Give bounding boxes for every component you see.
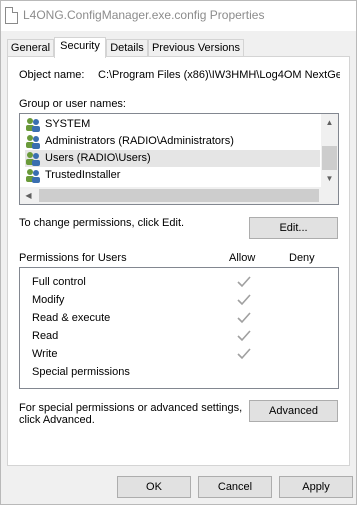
permissions-header: Permissions for Users Allow Deny — [19, 252, 339, 268]
allow-check-icon — [237, 330, 251, 342]
advanced-button[interactable]: Advanced — [249, 400, 338, 422]
window-title: L4ONG.ConfigManager.exe.config Propertie… — [23, 8, 265, 22]
scrollbar-corner — [321, 187, 338, 204]
scroll-down-icon[interactable]: ▼ — [321, 170, 338, 187]
permissions-list: Full control Modify Read & execute Read … — [19, 267, 339, 389]
title-bar[interactable]: L4ONG.ConfigManager.exe.config Propertie… — [1, 1, 356, 31]
advanced-text-line1: For special permissions or advanced sett… — [19, 402, 243, 414]
users-icon — [26, 152, 40, 166]
users-icon — [26, 118, 40, 132]
deny-column-header: Deny — [289, 252, 315, 264]
object-name-value: C:\Program Files (x86)\IW3HMH\Log4OM Nex… — [98, 69, 340, 81]
permissions-title: Permissions for Users — [19, 252, 127, 264]
apply-button[interactable]: Apply — [279, 476, 353, 498]
advanced-text-line2: click Advanced. — [19, 414, 95, 426]
list-item-trustedinstaller[interactable]: TrustedInstaller — [25, 167, 320, 184]
list-item-system[interactable]: SYSTEM — [25, 116, 320, 133]
ok-button[interactable]: OK — [117, 476, 191, 498]
scroll-up-icon[interactable]: ▲ — [321, 114, 338, 131]
tab-details[interactable]: Details — [106, 39, 148, 57]
tab-general[interactable]: General — [7, 39, 54, 57]
group-user-list[interactable]: SYSTEM Administrators (RADIO\Administrat… — [19, 113, 339, 205]
permission-row-read: Read — [32, 328, 332, 346]
tab-security[interactable]: Security — [54, 37, 106, 58]
object-name-label: Object name: — [19, 69, 85, 81]
permission-row-full-control: Full control — [32, 274, 332, 292]
scroll-left-icon[interactable]: ◀ — [20, 187, 37, 204]
allow-check-icon — [237, 312, 251, 324]
list-item-administrators[interactable]: Administrators (RADIO\Administrators) — [25, 133, 320, 150]
permission-name: Read — [32, 330, 59, 342]
horizontal-scrollbar[interactable]: ◀ — [20, 187, 321, 204]
allow-column-header: Allow — [229, 252, 256, 264]
properties-dialog: L4ONG.ConfigManager.exe.config Propertie… — [0, 0, 357, 505]
list-item-label: Users (RADIO\Users) — [45, 152, 151, 164]
change-permissions-text: To change permissions, click Edit. — [19, 217, 185, 229]
list-item-label: TrustedInstaller — [45, 169, 121, 181]
permission-row-modify: Modify — [32, 292, 332, 310]
users-icon — [26, 135, 40, 149]
list-item-users[interactable]: Users (RADIO\Users) — [25, 150, 320, 167]
permission-name: Full control — [32, 276, 86, 288]
permission-row-special: Special permissions — [32, 364, 332, 382]
tab-previous-versions[interactable]: Previous Versions — [148, 39, 244, 57]
permission-row-read-execute: Read & execute — [32, 310, 332, 328]
permission-name: Special permissions — [32, 366, 130, 378]
edit-button[interactable]: Edit... — [249, 217, 338, 239]
permission-row-write: Write — [32, 346, 332, 364]
list-item-label: Administrators (RADIO\Administrators) — [45, 135, 234, 147]
list-item-label: SYSTEM — [45, 118, 91, 130]
file-icon — [5, 7, 18, 24]
cancel-button[interactable]: Cancel — [198, 476, 272, 498]
group-names-label: Group or user names: — [19, 98, 126, 110]
permission-name: Write — [32, 348, 58, 360]
permission-name: Modify — [32, 294, 65, 306]
allow-check-icon — [237, 348, 251, 360]
permission-name: Read & execute — [32, 312, 111, 324]
allow-check-icon — [237, 276, 251, 288]
horizontal-scroll-thumb[interactable] — [39, 189, 319, 202]
vertical-scroll-thumb[interactable] — [322, 146, 337, 170]
users-icon — [26, 169, 40, 183]
object-name-field[interactable]: C:\Program Files (x86)\IW3HMH\Log4OM Nex… — [98, 69, 340, 81]
allow-check-icon — [237, 294, 251, 306]
vertical-scrollbar[interactable]: ▲ ▼ — [321, 114, 338, 187]
